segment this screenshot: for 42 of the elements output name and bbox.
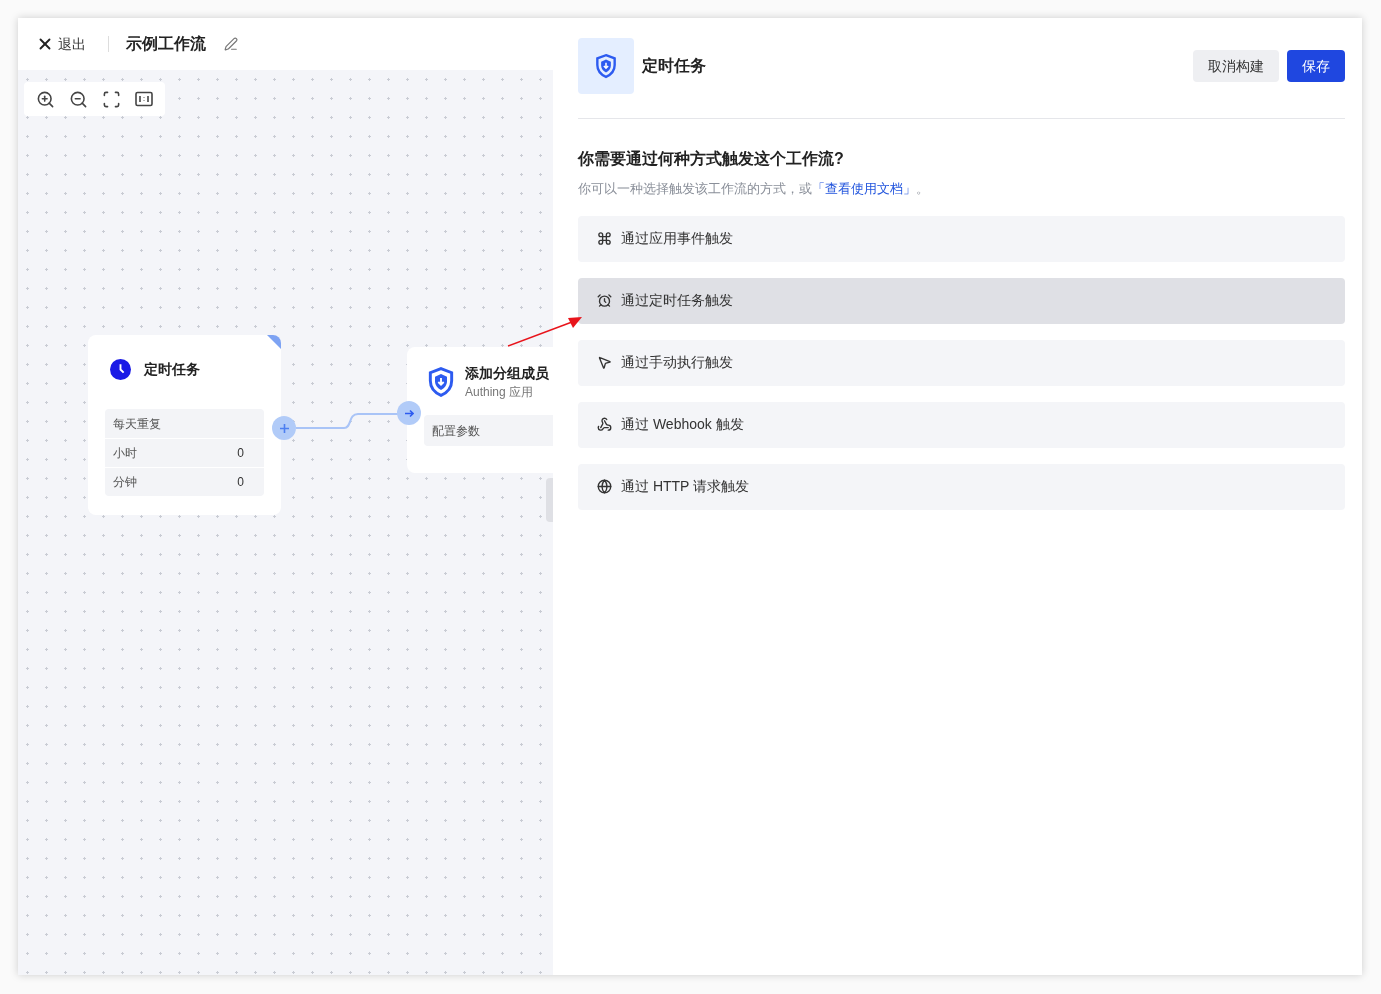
trigger-option[interactable]: 通过定时任务触发 bbox=[578, 277, 1345, 324]
panel-resize-handle[interactable] bbox=[546, 478, 553, 522]
cursor-icon bbox=[597, 355, 612, 370]
actual-size-icon[interactable] bbox=[135, 91, 153, 107]
panel-title: 定时任务 bbox=[642, 56, 706, 76]
fit-view-icon[interactable] bbox=[102, 89, 121, 109]
param-label: 配置参数 bbox=[432, 422, 480, 440]
plus-icon bbox=[279, 423, 289, 433]
param-label: 分钟 bbox=[113, 474, 137, 491]
param-value: 0 bbox=[237, 445, 244, 462]
node-title: 定时任务 bbox=[144, 359, 200, 379]
cancel-button[interactable]: 取消构建 bbox=[1193, 50, 1279, 82]
arrow-right-icon bbox=[404, 408, 414, 418]
trigger-option[interactable]: 通过应用事件触发 bbox=[578, 215, 1345, 262]
corner-marker bbox=[267, 335, 281, 349]
zoom-in-icon[interactable] bbox=[36, 89, 55, 109]
docs-link[interactable]: 「查看使用文档」 bbox=[812, 181, 916, 196]
add-step-button[interactable] bbox=[272, 416, 296, 440]
zoom-out-icon[interactable] bbox=[69, 89, 88, 109]
command-icon bbox=[597, 231, 612, 246]
globe-icon bbox=[597, 479, 612, 494]
trigger-node-card[interactable]: 定时任务 每天重复 小时 0 分钟 0 bbox=[88, 335, 281, 515]
exit-button[interactable]: 退出 bbox=[36, 33, 86, 55]
workflow-title: 示例工作流 bbox=[126, 34, 206, 54]
hint-text: 你可以一种选择触发该工作流的方式，或「查看使用文档」。 bbox=[578, 180, 930, 198]
node-title: 添加分组成员 bbox=[465, 364, 549, 383]
edit-icon[interactable] bbox=[224, 37, 238, 51]
trigger-option[interactable]: 通过手动执行触发 bbox=[578, 339, 1345, 386]
action-node-card[interactable]: 添加分组成员 Authing 应用 配置参数 bbox=[407, 347, 553, 473]
param-label: 小时 bbox=[113, 445, 137, 462]
trigger-option[interactable]: 通过 Webhook 触发 bbox=[578, 401, 1345, 448]
webhook-icon bbox=[597, 417, 612, 432]
param-value: 0 bbox=[237, 474, 244, 491]
param-label: 每天重复 bbox=[113, 415, 161, 433]
question-heading: 你需要通过何种方式触发这个工作流? bbox=[578, 149, 845, 169]
node-subtitle: Authing 应用 bbox=[465, 384, 535, 401]
trigger-option[interactable]: 通过 HTTP 请求触发 bbox=[578, 463, 1345, 510]
alarm-clock-icon bbox=[597, 293, 612, 308]
connector-arrow-button[interactable] bbox=[397, 401, 421, 425]
shield-icon bbox=[593, 53, 619, 79]
clock-icon bbox=[110, 358, 131, 380]
save-button[interactable]: 保存 bbox=[1287, 50, 1345, 82]
